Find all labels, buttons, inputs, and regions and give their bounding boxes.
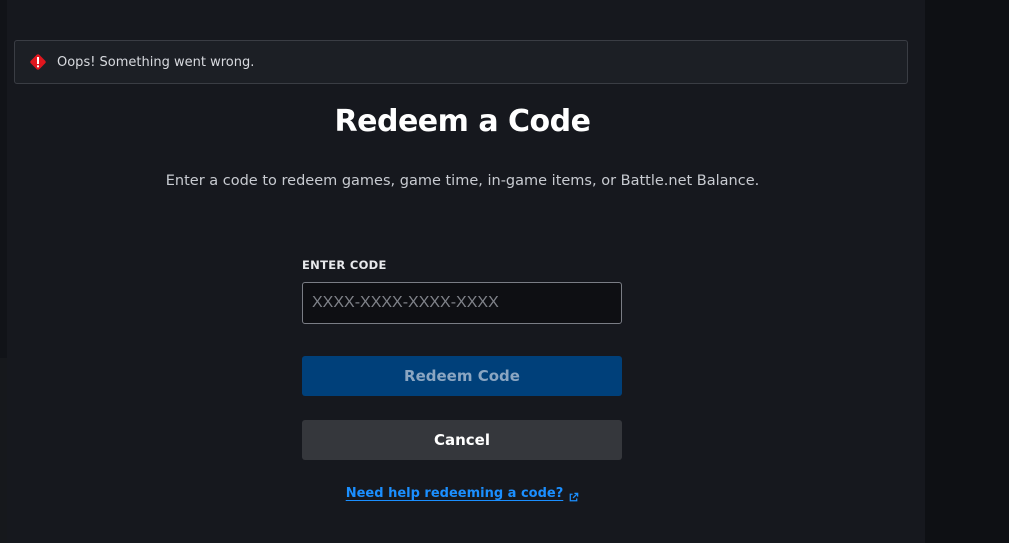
page-subtitle: Enter a code to redeem games, game time,… <box>165 173 760 189</box>
code-input[interactable] <box>302 282 622 324</box>
help-redeem-link[interactable]: Need help redeeming a code? <box>346 486 564 501</box>
redeem-code-button[interactable]: Redeem Code <box>302 356 622 396</box>
background-page-edge-lower <box>0 358 7 543</box>
cancel-button[interactable]: Cancel <box>302 420 622 460</box>
page-title: Redeem a Code <box>334 104 591 139</box>
error-message: Oops! Something went wrong. <box>57 54 255 70</box>
code-field-label: ENTER CODE <box>302 258 387 272</box>
external-link-icon[interactable] <box>568 488 579 502</box>
help-link-container: Need help redeeming a code? <box>0 486 925 502</box>
alert-diamond-icon <box>27 51 49 73</box>
error-banner: Oops! Something went wrong. <box>14 40 908 84</box>
